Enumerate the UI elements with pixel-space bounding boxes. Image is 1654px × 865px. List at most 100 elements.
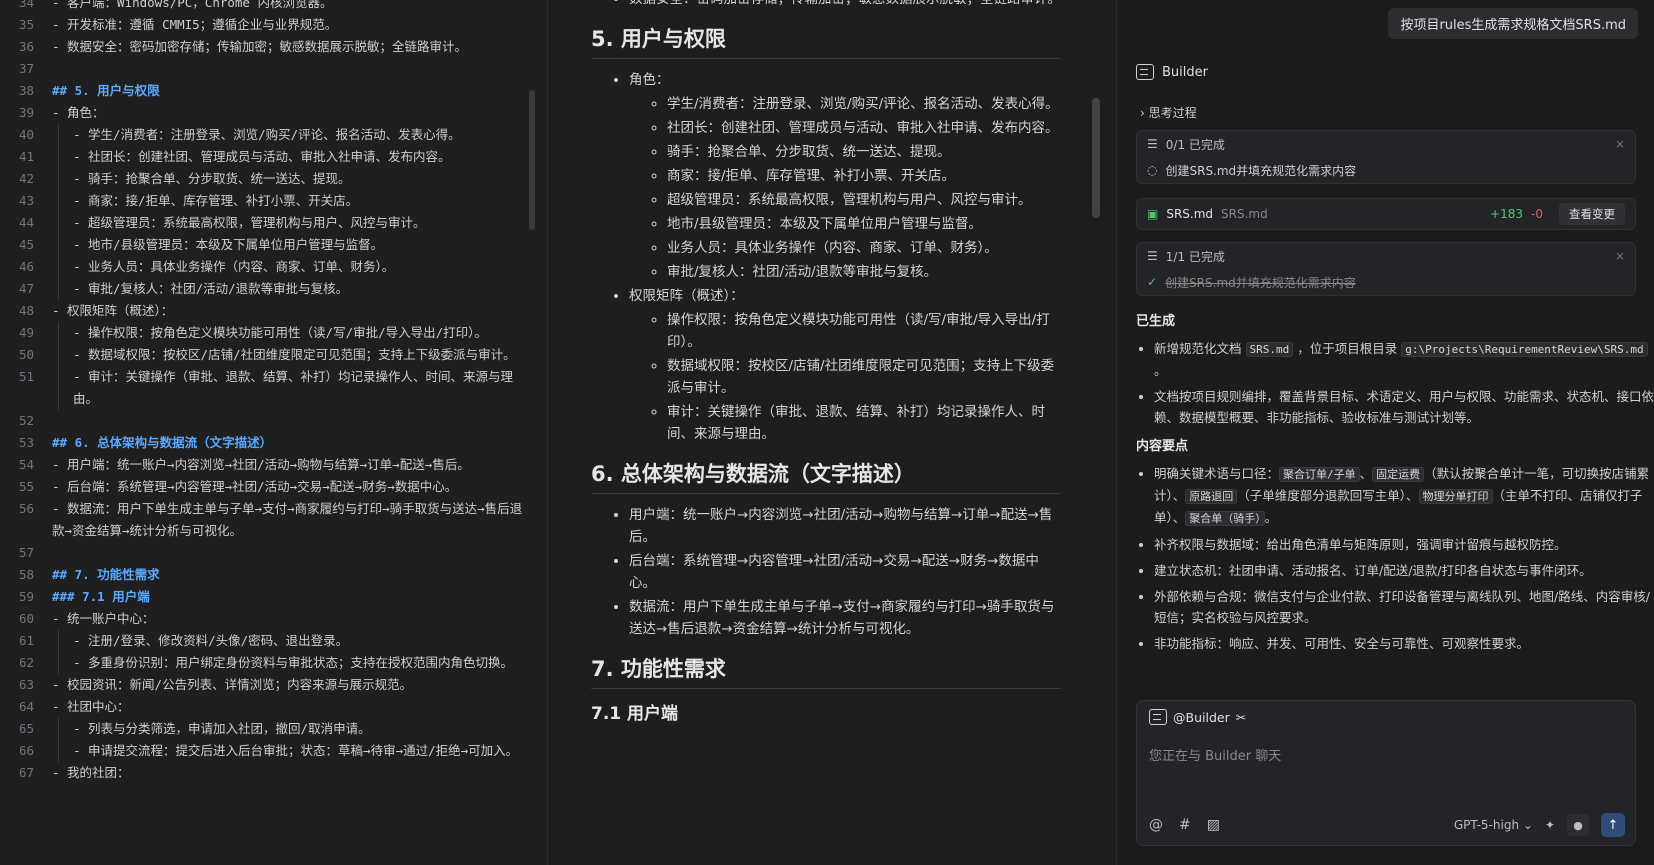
mic-icon[interactable]: ● xyxy=(1567,814,1589,836)
line-text: - 学生/消费者：注册登录、浏览/购买/评论、报名活动、发表心得。 xyxy=(58,124,540,146)
list-item: 审批/复核人：社团/活动/退款等审批与复核。 xyxy=(667,261,1061,283)
model-selector[interactable]: GPT-5-high ⌄ xyxy=(1454,818,1533,832)
line-number: 40 xyxy=(18,127,34,142)
close-icon[interactable]: × xyxy=(1615,137,1625,151)
file-name[interactable]: SRS.md xyxy=(1166,207,1213,221)
code-line: 43 - 商家：接/拒单、库存管理、补打小票、开关店。 xyxy=(0,190,540,212)
chat-composer[interactable]: @Builder ✂ 您正在与 Builder 聊天 @ # ▨ GPT-5-h… xyxy=(1136,700,1636,846)
line-text: ## 7. 功能性需求 xyxy=(52,567,160,582)
thinking-toggle[interactable]: › 思考过程 xyxy=(1140,104,1197,121)
check-circle-icon: ✓ xyxy=(1147,275,1158,289)
code-line: 47 - 审批/复核人：社团/活动/退款等审批与复核。 xyxy=(0,278,540,300)
preview-scrollbar[interactable] xyxy=(1092,98,1100,218)
list-item: 操作权限：按角色定义模块功能可用性（读/写/审批/导入导出/打印）。 xyxy=(667,309,1061,353)
line-number: 34 xyxy=(18,0,34,10)
code-line: 60 - 统一账户中心： xyxy=(0,608,540,630)
line-number: 61 xyxy=(18,633,34,648)
code-line: 58 ## 7. 功能性需求 xyxy=(0,564,540,586)
code-line: 50 - 数据域权限：按校区/店铺/社团维度限定可见范围；支持上下级委派与审计。 xyxy=(0,344,540,366)
at-icon[interactable]: @ xyxy=(1149,817,1163,833)
mention-label: @Builder xyxy=(1173,709,1230,725)
task-card-done: ☰ 1/1 已完成 × ✓ 创建SRS.md并填充规范化需求内容 xyxy=(1136,242,1636,296)
list-item: 明确关键术语与口径：聚合订单/子单、固定运费（默认按聚合单计一笔，可切换按店铺累… xyxy=(1154,463,1654,529)
file-path: SRS.md xyxy=(1221,207,1268,221)
roles-item: 角色： 学生/消费者：注册登录、浏览/购买/评论、报名活动、发表心得。社团长：创… xyxy=(629,69,1061,283)
line-text: - 社团长：创建社团、管理成员与活动、审批入社申请、发布内容。 xyxy=(58,146,540,168)
task-item: 创建SRS.md并填充规范化需求内容 xyxy=(1165,163,1357,178)
user-message: 按项目rules生成需求规格文档SRS.md xyxy=(1388,8,1638,39)
list-item: 社团长：创建社团、管理成员与活动、审批入社申请、发布内容。 xyxy=(667,117,1061,139)
line-text: - 校园资讯：新闻/公告列表、详情浏览；内容来源与展示规范。 xyxy=(52,677,413,692)
line-text: - 客户端：Windows/PC，Chrome 内核浏览器。 xyxy=(52,0,333,10)
line-text: - 权限矩阵（概述）： xyxy=(52,303,174,318)
image-icon[interactable]: ▨ xyxy=(1207,817,1220,833)
chevron-right-icon: › xyxy=(1140,106,1145,120)
chat-input[interactable]: 您正在与 Builder 聊天 xyxy=(1149,745,1281,764)
line-number: 64 xyxy=(18,699,34,714)
list-item: 审计：关键操作（审批、退款、结算、补打）均记录操作人、时间、来源与理由。 xyxy=(667,401,1061,445)
line-text: ## 6. 总体架构与数据流（文字描述） xyxy=(52,435,273,450)
hash-icon[interactable]: # xyxy=(1179,817,1191,833)
line-number: 43 xyxy=(18,193,34,208)
bot-icon xyxy=(1136,64,1154,80)
code-line: 65 - 列表与分类筛选，申请加入社团，撤回/取消申请。 xyxy=(0,718,540,740)
composer-right-tools: GPT-5-high ⌄ ✦ ● ↑ xyxy=(1454,813,1625,837)
code-line: 66 - 申请提交流程：提交后进入后台审批；状态：草稿→待审→通过/拒绝→可加入。 xyxy=(0,740,540,762)
arch-list: 用户端：统一账户→内容浏览→社团/活动→购物与结算→订单→配送→售后。后台端：系… xyxy=(591,504,1061,640)
removed-count: -0 xyxy=(1531,207,1543,221)
code-line: 55 - 后台端：系统管理→内容管理→社团/活动→交易→配送→财务→数据中心。 xyxy=(0,476,540,498)
line-text: - 注册/登录、修改资料/头像/密码、退出登录。 xyxy=(58,630,540,652)
line-text: - 数据域权限：按校区/店铺/社团维度限定可见范围；支持上下级委派与审计。 xyxy=(58,344,540,366)
code-line: 42 - 骑手：抢聚合单、分步取货、统一送达、提现。 xyxy=(0,168,540,190)
code-line: 56 - 数据流：用户下单生成主单与子单→支付→商家履约与打印→骑手取货与送达→售… xyxy=(0,498,540,542)
roles-list: 学生/消费者：注册登录、浏览/购买/评论、报名活动、发表心得。社团长：创建社团、… xyxy=(629,93,1061,283)
preview-content: 数据安全：密码加密存储；传输加密；敏感数据展示脱敏；全链路审计。 5. 用户与权… xyxy=(591,0,1061,725)
editor-scrollbar[interactable] xyxy=(529,90,535,230)
markdown-preview: 数据安全：密码加密存储；传输加密；敏感数据展示脱敏；全链路审计。 5. 用户与权… xyxy=(549,0,1117,865)
close-icon[interactable]: × xyxy=(1615,249,1625,263)
line-text xyxy=(52,58,540,80)
line-text: - 操作权限：按角色定义模块功能可用性（读/写/审批/导入导出/打印）。 xyxy=(58,322,540,344)
mention-chip[interactable]: @Builder ✂ xyxy=(1149,709,1246,725)
code-line: 48 - 权限矩阵（概述）： xyxy=(0,300,540,322)
line-number: 56 xyxy=(18,501,34,516)
line-text: - 审批/复核人：社团/活动/退款等审批与复核。 xyxy=(58,278,540,300)
list-item: 骑手：抢聚合单、分步取货、统一送达、提现。 xyxy=(667,141,1061,163)
send-button[interactable]: ↑ xyxy=(1601,813,1625,837)
heading-functional: 7. 功能性需求 xyxy=(591,658,1061,689)
line-text: - 多重身份识别：用户绑定身份资料与审批状态；支持在授权范围内角色切换。 xyxy=(58,652,540,674)
points-title: 内容要点 xyxy=(1136,439,1189,454)
code-line: 44 - 超级管理员：系统最高权限，管理机构与用户、风控与审计。 xyxy=(0,212,540,234)
line-number: 59 xyxy=(18,589,34,604)
agent-header: Builder xyxy=(1136,64,1208,80)
code-line: 46 - 业务人员：具体业务操作（内容、商家、订单、财务）。 xyxy=(0,256,540,278)
line-text: - 社团中心： xyxy=(52,699,130,714)
matrix-item: 权限矩阵（概述）： 操作权限：按角色定义模块功能可用性（读/写/审批/导入导出/… xyxy=(629,285,1061,445)
line-number: 38 xyxy=(18,83,34,98)
list-item: 业务人员：具体业务操作（内容、商家、订单、财务）。 xyxy=(667,237,1061,259)
code-line: 37 xyxy=(0,58,540,80)
thinking-label: 思考过程 xyxy=(1148,106,1197,120)
line-number: 48 xyxy=(18,303,34,318)
code-line: 40 - 学生/消费者：注册登录、浏览/购买/评论、报名活动、发表心得。 xyxy=(0,124,540,146)
sparkle-icon[interactable]: ✦ xyxy=(1545,818,1555,832)
list-item: 非功能指标：响应、并发、可用性、安全与可靠性、可观察性要求。 xyxy=(1154,633,1654,654)
line-number: 44 xyxy=(18,215,34,230)
code-line: 53 ## 6. 总体架构与数据流（文字描述） xyxy=(0,432,540,454)
code-line: 61 - 注册/登录、修改资料/头像/密码、退出登录。 xyxy=(0,630,540,652)
view-changes-button[interactable]: 查看变更 xyxy=(1559,203,1625,225)
line-number: 37 xyxy=(18,61,34,76)
heading-architecture: 6. 总体架构与数据流（文字描述） xyxy=(591,463,1061,494)
code-line: 36 - 数据安全：密码加密存储；传输加密；敏感数据展示脱敏；全链路审计。 xyxy=(0,36,540,58)
composer-tools: @ # ▨ xyxy=(1149,817,1220,833)
code-line: 35 - 开发标准：遵循 CMMI5；遵循企业与业界规范。 xyxy=(0,14,540,36)
code-editor[interactable]: 34 - 客户端：Windows/PC，Chrome 内核浏览器。 35 - 开发标准… xyxy=(0,0,548,865)
list-item: 新增规范化文档 SRS.md ，位于项目根目录 g:\Projects\Requ… xyxy=(1154,338,1654,381)
line-text: - 列表与分类筛选，申请加入社团，撤回/取消申请。 xyxy=(58,718,540,740)
line-text: - 数据流：用户下单生成主单与子单→支付→商家履约与打印→骑手取货与送达→售后退… xyxy=(52,501,523,538)
code-line: 39 - 角色： xyxy=(0,102,540,124)
list-item: 超级管理员：系统最高权限，管理机构与用户、风控与审计。 xyxy=(667,189,1061,211)
task-progress: 1/1 已完成 xyxy=(1165,249,1225,264)
line-text: - 地市/县级管理员：本级及下属单位用户管理与监督。 xyxy=(58,234,540,256)
line-number: 36 xyxy=(18,39,34,54)
